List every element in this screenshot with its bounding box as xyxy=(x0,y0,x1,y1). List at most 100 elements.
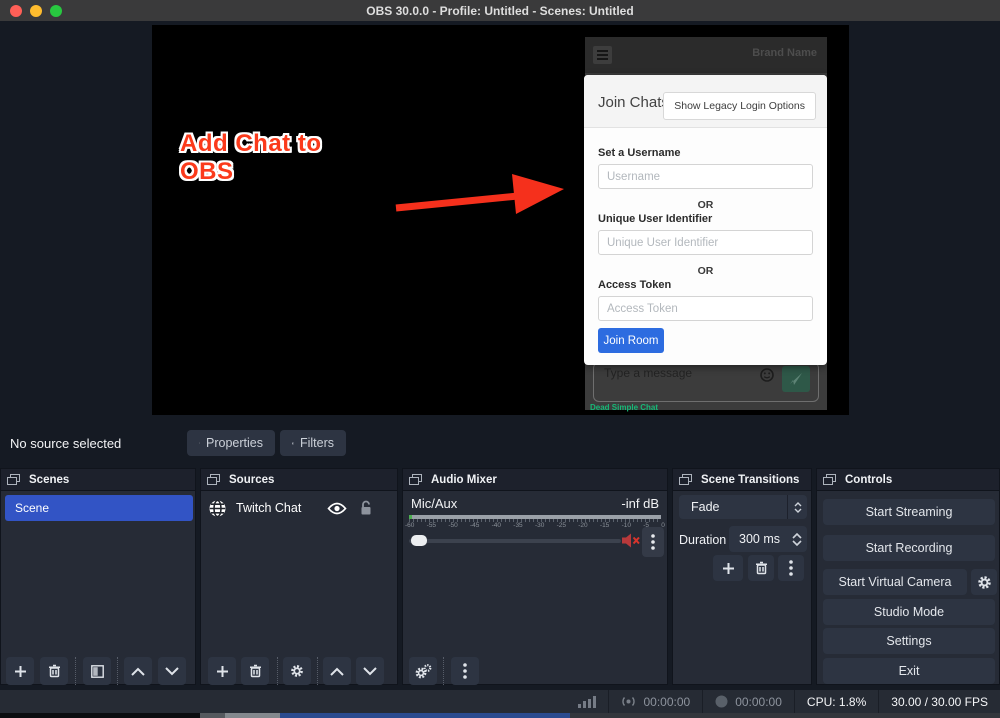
source-properties-button[interactable] xyxy=(283,657,311,685)
start-recording-button[interactable]: Start Recording xyxy=(823,535,995,561)
gear-icon xyxy=(199,442,200,444)
trash-icon xyxy=(755,561,767,575)
username-input[interactable] xyxy=(598,164,813,189)
signal-bars-icon xyxy=(578,695,597,708)
kebab-menu-icon xyxy=(463,663,467,679)
settings-button[interactable]: Settings xyxy=(823,628,995,654)
toolbar-separator xyxy=(117,657,118,685)
remove-transition-button[interactable] xyxy=(748,555,774,581)
chevron-up-icon xyxy=(794,501,801,506)
preview-canvas[interactable]: Add Chat to OBS Brand Name Type a messag… xyxy=(152,25,849,415)
mixer-menu-button[interactable] xyxy=(451,657,479,685)
uuid-input[interactable] xyxy=(598,230,813,255)
studio-mode-button[interactable]: Studio Mode xyxy=(823,599,995,625)
move-source-up-button[interactable] xyxy=(323,657,351,685)
chevron-down-icon xyxy=(165,666,179,675)
no-source-selected-label: No source selected xyxy=(10,436,122,451)
exit-button[interactable]: Exit xyxy=(823,658,995,684)
virtual-camera-settings-button[interactable] xyxy=(971,569,997,595)
duration-label: Duration xyxy=(679,533,727,547)
obs-window: OBS 30.0.0 - Profile: Untitled - Scenes:… xyxy=(0,0,1000,718)
mixer-channel-name: Mic/Aux xyxy=(411,496,458,511)
sources-panel: Sources Twitch Chat xyxy=(200,468,398,685)
remove-source-button[interactable] xyxy=(241,657,269,685)
transitions-panel-header[interactable]: Scene Transitions xyxy=(673,469,811,491)
browser-source-icon xyxy=(209,499,226,517)
username-label: Set a Username xyxy=(598,147,681,159)
titlebar: OBS 30.0.0 - Profile: Untitled - Scenes:… xyxy=(0,0,1000,21)
chevron-down-icon xyxy=(363,666,377,675)
panel-icon xyxy=(409,473,422,485)
unlock-icon[interactable] xyxy=(359,500,373,516)
properties-button[interactable]: Properties xyxy=(187,430,275,456)
mixer-channel-menu-button[interactable] xyxy=(642,527,664,557)
or-separator-2: OR xyxy=(697,265,714,277)
visibility-eye-icon[interactable] xyxy=(327,502,347,515)
chevron-up-icon xyxy=(131,667,145,676)
start-virtual-camera-button[interactable]: Start Virtual Camera xyxy=(823,569,967,595)
sources-panel-header[interactable]: Sources xyxy=(201,469,397,491)
audio-mixer-panel: Audio Mixer Mic/Aux -inf dB -60 -55 -50 … xyxy=(402,468,668,685)
emoji-icon[interactable] xyxy=(760,368,774,382)
scene-list-item-selected[interactable]: Scene xyxy=(5,495,193,521)
fps-indicator: 30.00 / 30.00 FPS xyxy=(878,690,1000,713)
plus-icon xyxy=(722,562,734,574)
scene-transitions-panel: Scene Transitions Fade Duration 300 ms xyxy=(672,468,812,685)
transition-select[interactable]: Fade xyxy=(679,495,807,519)
start-streaming-button[interactable]: Start Streaming xyxy=(823,499,995,525)
panel-icon xyxy=(679,473,692,485)
filters-button[interactable]: Filters xyxy=(280,430,346,456)
chevron-up-icon xyxy=(330,667,344,676)
trash-icon xyxy=(48,664,60,678)
cpu-usage: CPU: 1.8% xyxy=(793,690,878,713)
chevron-up-icon xyxy=(792,532,802,539)
stream-timer: 00:00:00 xyxy=(608,690,702,713)
duration-spinner[interactable]: 300 ms xyxy=(729,526,807,552)
controls-panel: Controls Start Streaming Start Recording… xyxy=(816,468,1000,685)
transition-select-chevrons xyxy=(787,495,807,519)
plus-icon xyxy=(216,665,228,677)
background-window-sliver xyxy=(0,713,1000,718)
move-scene-down-button[interactable] xyxy=(158,657,186,685)
panel-icon xyxy=(207,473,220,485)
add-scene-button[interactable] xyxy=(6,657,34,685)
message-input[interactable]: Type a message xyxy=(593,362,819,402)
scene-filters-button[interactable] xyxy=(83,657,111,685)
source-toolbar: No source selected Properties Filters xyxy=(0,424,1000,464)
legacy-login-button[interactable]: Show Legacy Login Options xyxy=(663,92,816,120)
add-source-button[interactable] xyxy=(208,657,236,685)
toolbar-separator xyxy=(443,657,444,685)
volume-slider-handle[interactable] xyxy=(411,535,427,546)
hamburger-menu-icon[interactable] xyxy=(593,46,612,64)
network-status xyxy=(566,690,608,713)
volume-slider[interactable] xyxy=(409,535,621,546)
source-list-item[interactable]: Twitch Chat xyxy=(209,496,391,520)
controls-panel-header[interactable]: Controls xyxy=(817,469,999,491)
remove-scene-button[interactable] xyxy=(40,657,68,685)
toolbar-separator xyxy=(277,657,278,685)
double-gear-icon xyxy=(415,663,431,678)
trash-icon xyxy=(249,664,261,678)
transition-menu-button[interactable] xyxy=(778,555,804,581)
access-token-input[interactable] xyxy=(598,296,813,321)
toolbar-separator xyxy=(75,657,76,685)
gear-icon xyxy=(977,575,991,589)
scenes-panel: Scenes Scene xyxy=(0,468,196,685)
send-button[interactable] xyxy=(782,366,810,392)
join-room-button[interactable]: Join Room xyxy=(598,328,664,353)
move-scene-up-button[interactable] xyxy=(124,657,152,685)
advanced-audio-button[interactable] xyxy=(409,657,437,685)
panel-icon xyxy=(7,473,20,485)
record-timer: 00:00:00 xyxy=(702,690,794,713)
join-chats-modal: Join Chats Show Legacy Login Options Set… xyxy=(584,75,827,365)
add-transition-button[interactable] xyxy=(713,555,743,581)
chat-widget: Brand Name Type a message Dead Simple Ch… xyxy=(584,37,827,412)
message-placeholder: Type a message xyxy=(604,366,693,380)
red-arrow xyxy=(395,174,564,214)
move-source-down-button[interactable] xyxy=(356,657,384,685)
record-circle-icon xyxy=(715,695,728,708)
chevron-down-icon xyxy=(794,508,801,513)
muted-speaker-icon[interactable] xyxy=(622,533,641,548)
audio-mixer-panel-header[interactable]: Audio Mixer xyxy=(403,469,667,491)
scenes-panel-header[interactable]: Scenes xyxy=(1,469,195,491)
